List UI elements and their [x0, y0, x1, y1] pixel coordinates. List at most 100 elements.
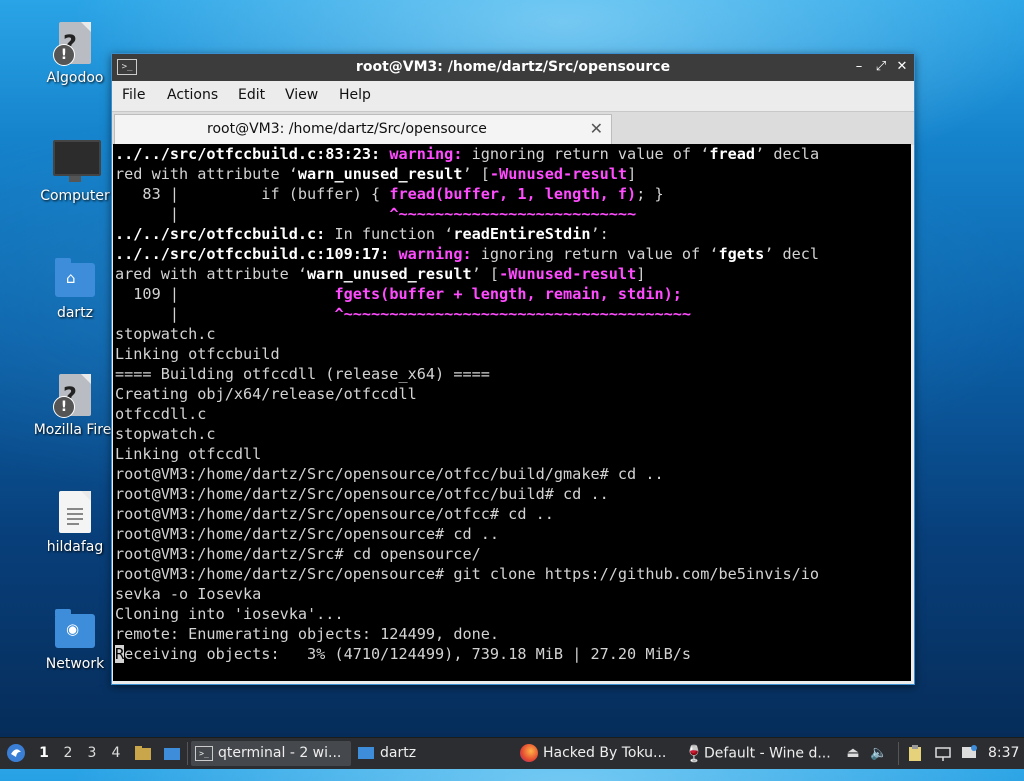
terminal-line: root@VM3:/home/dartz/Src/opensource# cd … [115, 524, 911, 544]
terminal-text: | [115, 305, 335, 323]
terminal-text: 83 | if (buffer) { [115, 185, 390, 203]
terminal-line: Receiving objects: 3% (4710/124499), 739… [115, 644, 911, 664]
terminal-text: ’: [590, 225, 609, 243]
terminal-line: otfccdll.c [115, 404, 911, 424]
app-menu-icon [7, 744, 25, 762]
terminal-line: stopwatch.c [115, 324, 911, 344]
taskbar: 1 2 3 4 >_ qterminal - 2 wi... dartz Hack… [0, 737, 1024, 769]
computer-icon [53, 140, 101, 184]
unknown-file-icon: ?! [53, 22, 97, 66]
terminal-line: root@VM3:/home/dartz/Src/opensource/otfc… [115, 504, 911, 524]
workspace-2[interactable]: 2 [57, 738, 79, 769]
terminal-text: root@VM3:/home/dartz/Src# cd opensource/ [115, 545, 481, 563]
terminal-text: fread [709, 145, 756, 163]
tab-terminal[interactable]: root@VM3: /home/dartz/Src/opensource ✕ [114, 114, 612, 145]
terminal-line: ../../src/otfccbuild.c:109:17: warning: … [115, 244, 911, 264]
terminal-text: eceiving objects: 3% (4710/124499), 739.… [124, 645, 692, 663]
file-manager-icon[interactable] [134, 745, 152, 763]
maximize-button[interactable]: ⤢ [872, 58, 890, 76]
task-firefox[interactable]: Hacked By Toku... [518, 741, 678, 766]
task-label: dartz [380, 745, 417, 761]
terminal-text: ’ [ [471, 265, 500, 283]
terminal-line: Linking otfccdll [115, 444, 911, 464]
eject-icon[interactable]: ⏏ [844, 744, 862, 762]
terminal-text: ../../src/otfccbuild.c:109:17: [115, 245, 399, 263]
terminal-line: ../../src/otfccbuild.c:83:23: warning: i… [115, 144, 911, 164]
terminal-text: ; } [636, 185, 664, 203]
terminal-output[interactable]: ../../src/otfccbuild.c:83:23: warning: i… [113, 144, 911, 681]
terminal-line: | ^~~~~~~~~~~~~~~~~~~~~~~~~~~ [115, 204, 911, 224]
show-desktop-icon[interactable] [163, 745, 181, 763]
folder-icon [358, 747, 374, 759]
volume-icon[interactable]: 🔈 [870, 744, 888, 762]
minimize-button[interactable]: – [850, 58, 868, 76]
start-menu-button[interactable] [5, 738, 27, 769]
workspace-4[interactable]: 4 [105, 738, 127, 769]
menu-help[interactable]: Help [339, 87, 371, 103]
menu-actions[interactable]: Actions [167, 87, 218, 103]
terminal-text: Linking otfccbuild [115, 345, 280, 363]
home-folder-icon: ⌂ [53, 257, 97, 301]
terminal-text: otfccdll.c [115, 405, 207, 423]
terminal-line: ==== Building otfccdll (release_x64) ===… [115, 364, 911, 384]
terminal-text: ignoring return value of ‘ [480, 245, 719, 263]
terminal-text: ignoring return value of ‘ [471, 145, 710, 163]
firefox-icon [520, 744, 538, 762]
terminal-text: readEntireStdin [453, 225, 591, 243]
terminal-text: ==== Building otfccdll (release_x64) ===… [115, 365, 490, 383]
terminal-text: root@VM3:/home/dartz/Src/opensource/otfc… [115, 485, 609, 503]
terminal-text: sevka -o Iosevka [115, 585, 262, 603]
task-wine[interactable]: 🍷Default - Wine d... [682, 741, 837, 766]
network-icon[interactable] [934, 744, 952, 762]
terminal-text: ../../src/otfccbuild.c:83:23: [115, 145, 390, 163]
terminal-line: 109 | fgets(buffer + length, remain, std… [115, 284, 911, 304]
task-qterminal[interactable]: >_ qterminal - 2 wi... [191, 741, 351, 766]
terminal-text: root@VM3:/home/dartz/Src/opensource# cd … [115, 525, 500, 543]
close-button[interactable]: ✕ [893, 58, 911, 76]
clock[interactable]: 8:37 [988, 738, 1020, 769]
terminal-text: warning: [398, 245, 481, 263]
unknown-file-icon: ?! [53, 374, 97, 418]
wine-icon: 🍷 [684, 744, 704, 763]
terminal-line: root@VM3:/home/dartz/Src/opensource# git… [115, 564, 911, 584]
terminal-text: root@VM3:/home/dartz/Src/opensource# git… [115, 565, 820, 583]
menu-bar: File Actions Edit View Help [112, 81, 914, 111]
terminal-text: warn_unused_result [297, 165, 463, 183]
terminal-line: remote: Enumerating objects: 124499, don… [115, 624, 911, 644]
tab-bar: root@VM3: /home/dartz/Src/opensource ✕ [112, 111, 914, 145]
clipboard-icon[interactable] [906, 744, 924, 762]
workspace-1[interactable]: 1 [33, 738, 55, 769]
menu-edit[interactable]: Edit [238, 87, 265, 103]
terminal-text: stopwatch.c [115, 325, 216, 343]
task-dartz[interactable]: dartz [356, 741, 506, 766]
terminal-text: ’ [ [462, 165, 490, 183]
terminal-text: warning: [389, 145, 472, 163]
terminal-text: warn_unused_result [307, 265, 472, 283]
task-label: Default - Wine d... [704, 745, 831, 762]
terminal-line: ared with attribute ‘warn_unused_result’… [115, 264, 911, 284]
terminal-text: root@VM3:/home/dartz/Src/opensource/otfc… [115, 505, 554, 523]
terminal-text: ^~~~~~~~~~~~~~~~~~~~~~~~~~~ [389, 205, 637, 223]
terminal-icon: >_ [195, 745, 213, 761]
title-bar[interactable]: >_ root@VM3: /home/dartz/Src/opensource … [112, 54, 914, 81]
terminal-text: ’ decla [755, 145, 820, 163]
terminal-text: fread(buffer, 1, length, f) [389, 185, 637, 203]
terminal-line: red with attribute ‘warn_unused_result’ … [115, 164, 911, 184]
terminal-text: Cloning into 'iosevka'... [115, 605, 344, 623]
terminal-text: ../../src/otfccbuild.c: [115, 225, 326, 243]
menu-file[interactable]: File [122, 87, 145, 103]
terminal-text: Creating obj/x64/release/otfccdll [115, 385, 417, 403]
menu-view[interactable]: View [285, 87, 318, 103]
terminal-text: fgets [718, 245, 765, 263]
terminal-line: root@VM3:/home/dartz/Src/opensource/otfc… [115, 484, 911, 504]
terminal-text: Linking otfccdll [115, 445, 262, 463]
workspace-3[interactable]: 3 [81, 738, 103, 769]
notification-icon[interactable] [960, 744, 978, 762]
close-icon[interactable]: ✕ [590, 119, 603, 138]
task-label: Hacked By Toku... [543, 745, 667, 761]
network-folder-icon: ◉ [53, 608, 97, 652]
window-title: root@VM3: /home/dartz/Src/opensource [355, 59, 671, 75]
text-file-icon [53, 491, 97, 535]
terminal-line: Linking otfccbuild [115, 344, 911, 364]
terminal-line: Cloning into 'iosevka'... [115, 604, 911, 624]
